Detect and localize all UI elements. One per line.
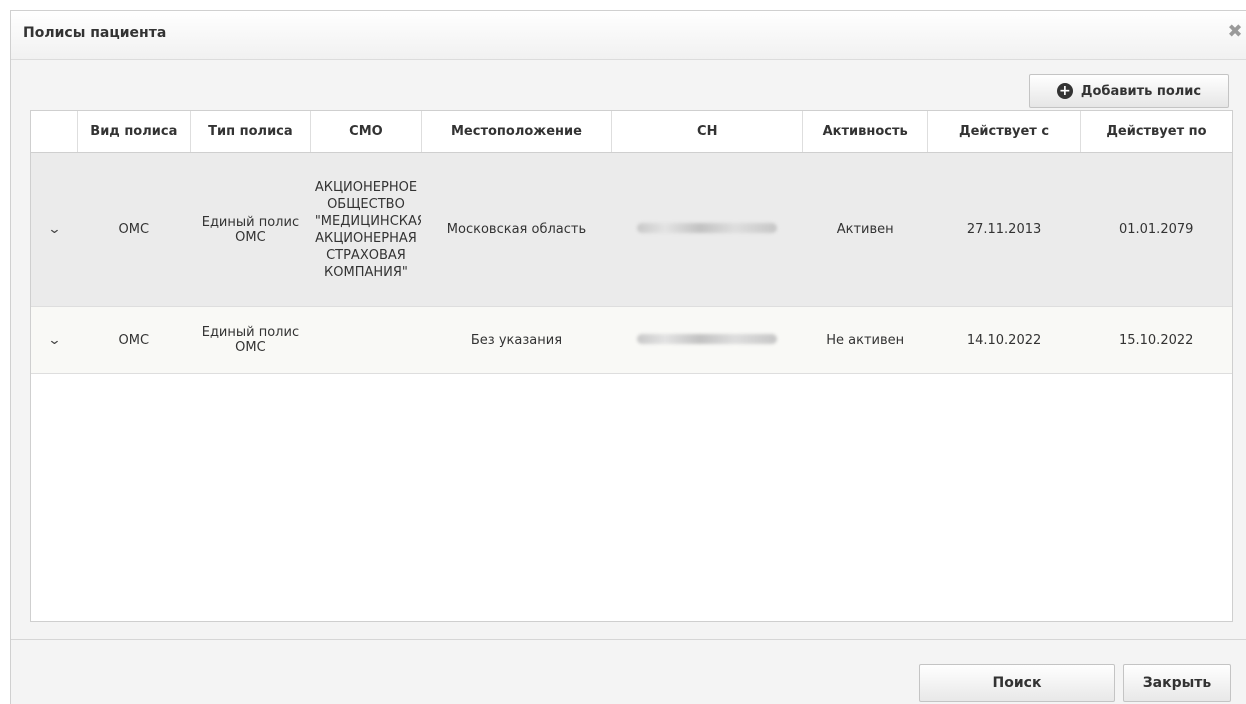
add-policy-label: Добавить полис	[1080, 83, 1202, 99]
sn-cell	[611, 306, 803, 374]
sn-cell	[611, 152, 803, 307]
dialog-titlebar: Полисы пациента ✖	[11, 11, 1246, 60]
table-row[interactable]: ⌄ ОМС Единый полис ОМС Без указания Не а…	[31, 306, 1232, 374]
chevron-down-icon[interactable]: ⌄	[47, 333, 61, 348]
column-header-sn[interactable]: СН	[611, 111, 804, 153]
plus-circle-icon: +	[1056, 83, 1073, 99]
location-cell: Московская область	[421, 152, 612, 307]
add-policy-button[interactable]: + Добавить полис	[1029, 74, 1229, 108]
smo-cell: АКЦИОНЕРНОЕ ОБЩЕСТВО "МЕДИЦИНСКАЯ АКЦИОНЕРН…	[310, 152, 422, 307]
type-cell: Единый полис ОМС	[190, 152, 311, 307]
redacted-number	[637, 333, 778, 344]
column-header-from[interactable]: Действует с	[927, 111, 1081, 153]
chevron-down-icon[interactable]: ⌄	[47, 222, 61, 237]
to-date-cell: 01.01.2079	[1080, 152, 1232, 307]
column-header-status[interactable]: Активность	[802, 111, 929, 153]
search-button[interactable]: Поиск	[919, 664, 1115, 702]
status-cell: Не активен	[802, 306, 928, 374]
to-date-cell: 15.10.2022	[1080, 306, 1232, 374]
kind-cell: ОМС	[77, 306, 190, 374]
column-header-location[interactable]: Местоположение	[421, 111, 613, 153]
expand-cell[interactable]: ⌄	[31, 152, 78, 307]
column-header-smo[interactable]: СМО	[310, 111, 422, 153]
kind-cell: ОМС	[77, 152, 190, 307]
footer-divider	[11, 639, 1246, 640]
dialog-title: Полисы пациента	[23, 25, 167, 41]
location-cell: Без указания	[421, 306, 612, 374]
smo-cell	[310, 306, 422, 374]
column-header-kind[interactable]: Вид полиса	[77, 111, 191, 153]
patient-policies-dialog: Полисы пациента ✖ + Добавить полис Вид п…	[10, 10, 1246, 704]
column-header-expand	[31, 111, 79, 153]
status-cell: Активен	[802, 152, 928, 307]
redacted-number	[637, 223, 778, 233]
type-cell: Единый полис ОМС	[190, 306, 311, 374]
column-header-to[interactable]: Действует по	[1080, 111, 1232, 153]
column-header-type[interactable]: Тип полиса	[190, 111, 312, 153]
table-header: Вид полиса Тип полиса СМО Местоположение…	[31, 111, 1232, 153]
close-icon[interactable]: ✖	[1226, 23, 1244, 41]
expand-cell[interactable]: ⌄	[31, 306, 78, 374]
table-row[interactable]: ⌄ ОМС Единый полис ОМС АКЦИОНЕРНОЕ ОБЩЕСТ…	[31, 152, 1232, 307]
policies-table: Вид полиса Тип полиса СМО Местоположение…	[30, 110, 1233, 622]
from-date-cell: 27.11.2013	[927, 152, 1081, 307]
close-button[interactable]: Закрыть	[1123, 664, 1231, 702]
from-date-cell: 14.10.2022	[927, 306, 1081, 374]
